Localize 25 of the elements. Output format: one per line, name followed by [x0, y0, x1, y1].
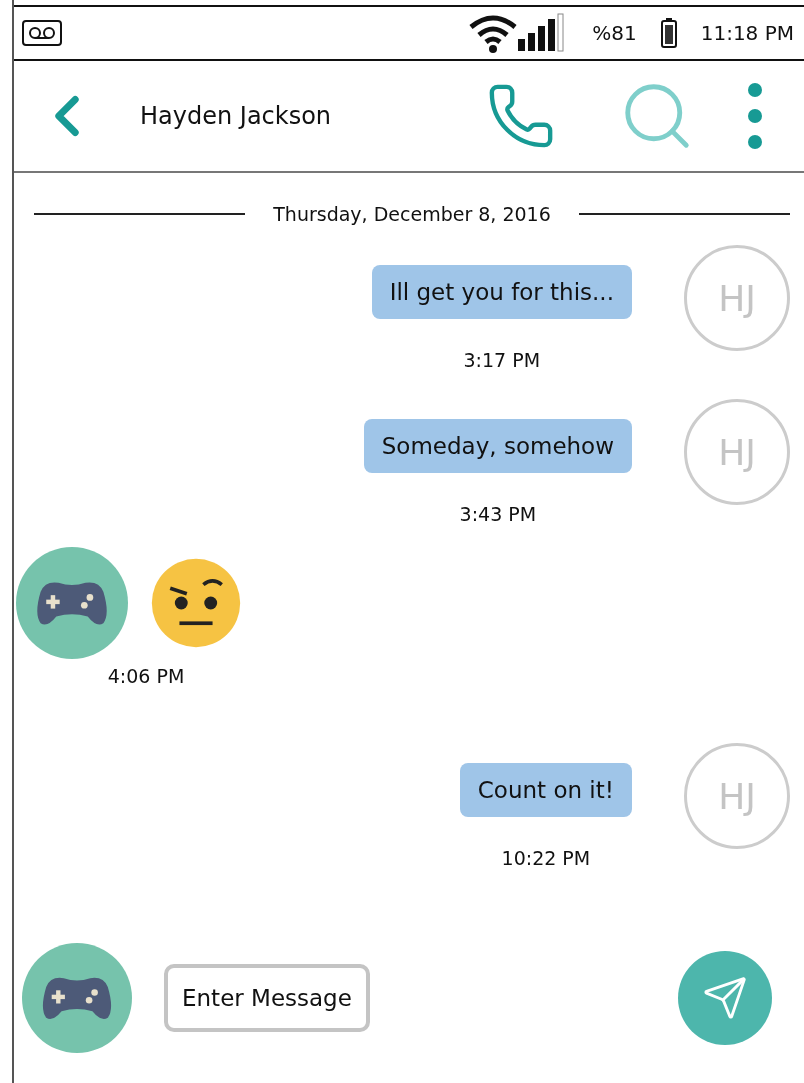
message-time: 3:17 PM [463, 349, 541, 371]
more-button[interactable] [746, 81, 764, 151]
message-time: 4:06 PM [107, 665, 185, 687]
wifi-icon [468, 13, 519, 53]
contact-avatar: HJ [684, 743, 790, 849]
status-time: 11:18 PM [700, 21, 794, 45]
emoji-icon [150, 557, 242, 649]
message-time: 10:22 PM [501, 847, 591, 869]
voicemail-icon [22, 20, 62, 46]
date-divider: Thursday, December 8, 2016 [273, 203, 551, 225]
more-icon [746, 81, 764, 151]
message-bubble: Someday, somehow [363, 419, 632, 473]
contact-name: Hayden Jackson [140, 102, 333, 130]
battery-percentage: %81 [592, 21, 637, 45]
gamepad-avatar-icon [22, 943, 132, 1053]
message-input[interactable]: Enter Message [164, 964, 370, 1032]
message-time: 3:43 PM [459, 503, 537, 525]
message-bubble: Count on it! [459, 763, 632, 817]
paper-plane-icon [702, 975, 748, 1021]
contact-avatar: HJ [684, 245, 790, 351]
battery-icon [660, 18, 677, 48]
contact-avatar: HJ [684, 399, 790, 505]
signal-icon [516, 13, 567, 53]
message-bubble: Ill get you for this... [371, 265, 632, 319]
gamepad-avatar-icon [16, 547, 128, 659]
